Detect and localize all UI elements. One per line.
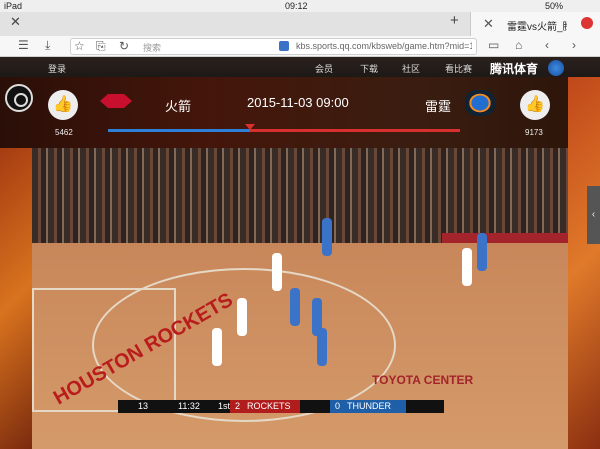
- like-left-icon[interactable]: 👍: [48, 90, 78, 120]
- site-icon: [279, 41, 289, 51]
- tab-close-icon[interactable]: ✕: [483, 16, 494, 32]
- decorative-border-left: [0, 148, 32, 449]
- decorative-border-right: [568, 77, 600, 449]
- period: 1st: [218, 401, 231, 411]
- thunder-logo: [465, 90, 495, 116]
- match-time: 2015-11-03 09:00: [247, 95, 349, 110]
- player: [272, 253, 282, 291]
- player: [462, 248, 472, 286]
- team2: ROCKETS: [247, 401, 291, 411]
- match-header: [0, 77, 600, 148]
- battery: 50%: [545, 1, 564, 11]
- team2-score-block: 2 ROCKETS: [230, 400, 300, 413]
- refresh-icon[interactable]: ↻: [119, 39, 129, 53]
- nav-community[interactable]: 社区: [402, 62, 420, 75]
- home-icon[interactable]: ⌂: [515, 38, 522, 52]
- team-left-name: 火箭: [165, 99, 192, 114]
- clock: 09:12: [285, 1, 308, 11]
- search-input[interactable]: 搜索: [143, 41, 161, 54]
- browser-toolbar: ☰ ⤓ ☆ ⎘ ↻ 搜索 kbs.sports.qq.com/kbsweb/ga…: [0, 36, 600, 57]
- logo-icon: [548, 60, 564, 76]
- share-icon[interactable]: ⎘: [96, 39, 106, 54]
- favicon-icon: [581, 17, 593, 29]
- player: [212, 328, 222, 366]
- new-tab-button[interactable]: +: [450, 12, 459, 29]
- status-bar: iPad 09:12 50%: [0, 0, 600, 12]
- player: [322, 218, 332, 256]
- like-right-icon[interactable]: 👍: [520, 90, 550, 120]
- active-tab[interactable]: ✕ 雷霆vs火箭_腾讯体育: [470, 12, 600, 36]
- device-label: iPad: [4, 1, 23, 11]
- bookmarks-icon[interactable]: ▭: [488, 38, 499, 52]
- shot-clock: 13: [138, 401, 149, 411]
- address-text[interactable]: kbs.sports.qq.com/kbsweb/game.htm?mid=1.…: [296, 41, 472, 51]
- back-icon[interactable]: ‹: [545, 38, 549, 52]
- tab-title: 雷霆vs火箭_腾讯体育: [507, 22, 567, 33]
- vote-marker: [245, 124, 255, 130]
- star-icon[interactable]: ☆: [74, 39, 85, 53]
- player: [317, 328, 327, 366]
- site-logo[interactable]: 腾讯体育: [490, 60, 538, 77]
- side-panel-toggle[interactable]: ‹: [587, 186, 600, 244]
- score2: 2: [235, 401, 241, 411]
- team-right-name: 雷霆: [425, 99, 452, 114]
- game-clock: 11:32: [178, 401, 200, 411]
- player: [477, 233, 487, 271]
- url-bar[interactable]: ☆ ⎘ ↻ 搜索 kbs.sports.qq.com/kbsweb/game.h…: [70, 38, 477, 55]
- likes-right-count: 9173: [525, 128, 543, 137]
- download-icon[interactable]: ⤓: [45, 38, 50, 53]
- vote-bar-right: [250, 129, 460, 132]
- nav-watch[interactable]: 看比赛: [445, 62, 472, 75]
- nav-download[interactable]: 下载: [360, 62, 378, 75]
- menu-icon[interactable]: ☰: [18, 38, 29, 52]
- vote-bar-left: [108, 129, 250, 132]
- nav-member[interactable]: 会员: [315, 62, 333, 75]
- team1-score-block: 0 THUNDER: [330, 400, 406, 413]
- team1: THUNDER: [347, 401, 391, 411]
- close-icon[interactable]: ✕: [10, 14, 21, 30]
- player: [290, 288, 300, 326]
- forward-icon[interactable]: ›: [572, 38, 576, 52]
- score1: 0: [335, 401, 341, 411]
- player: [237, 298, 247, 336]
- court-ad-text: TOYOTA CENTER: [372, 373, 474, 387]
- likes-left-count: 5462: [55, 128, 73, 137]
- menu-button[interactable]: [5, 84, 33, 112]
- nav-login[interactable]: 登录: [48, 62, 66, 75]
